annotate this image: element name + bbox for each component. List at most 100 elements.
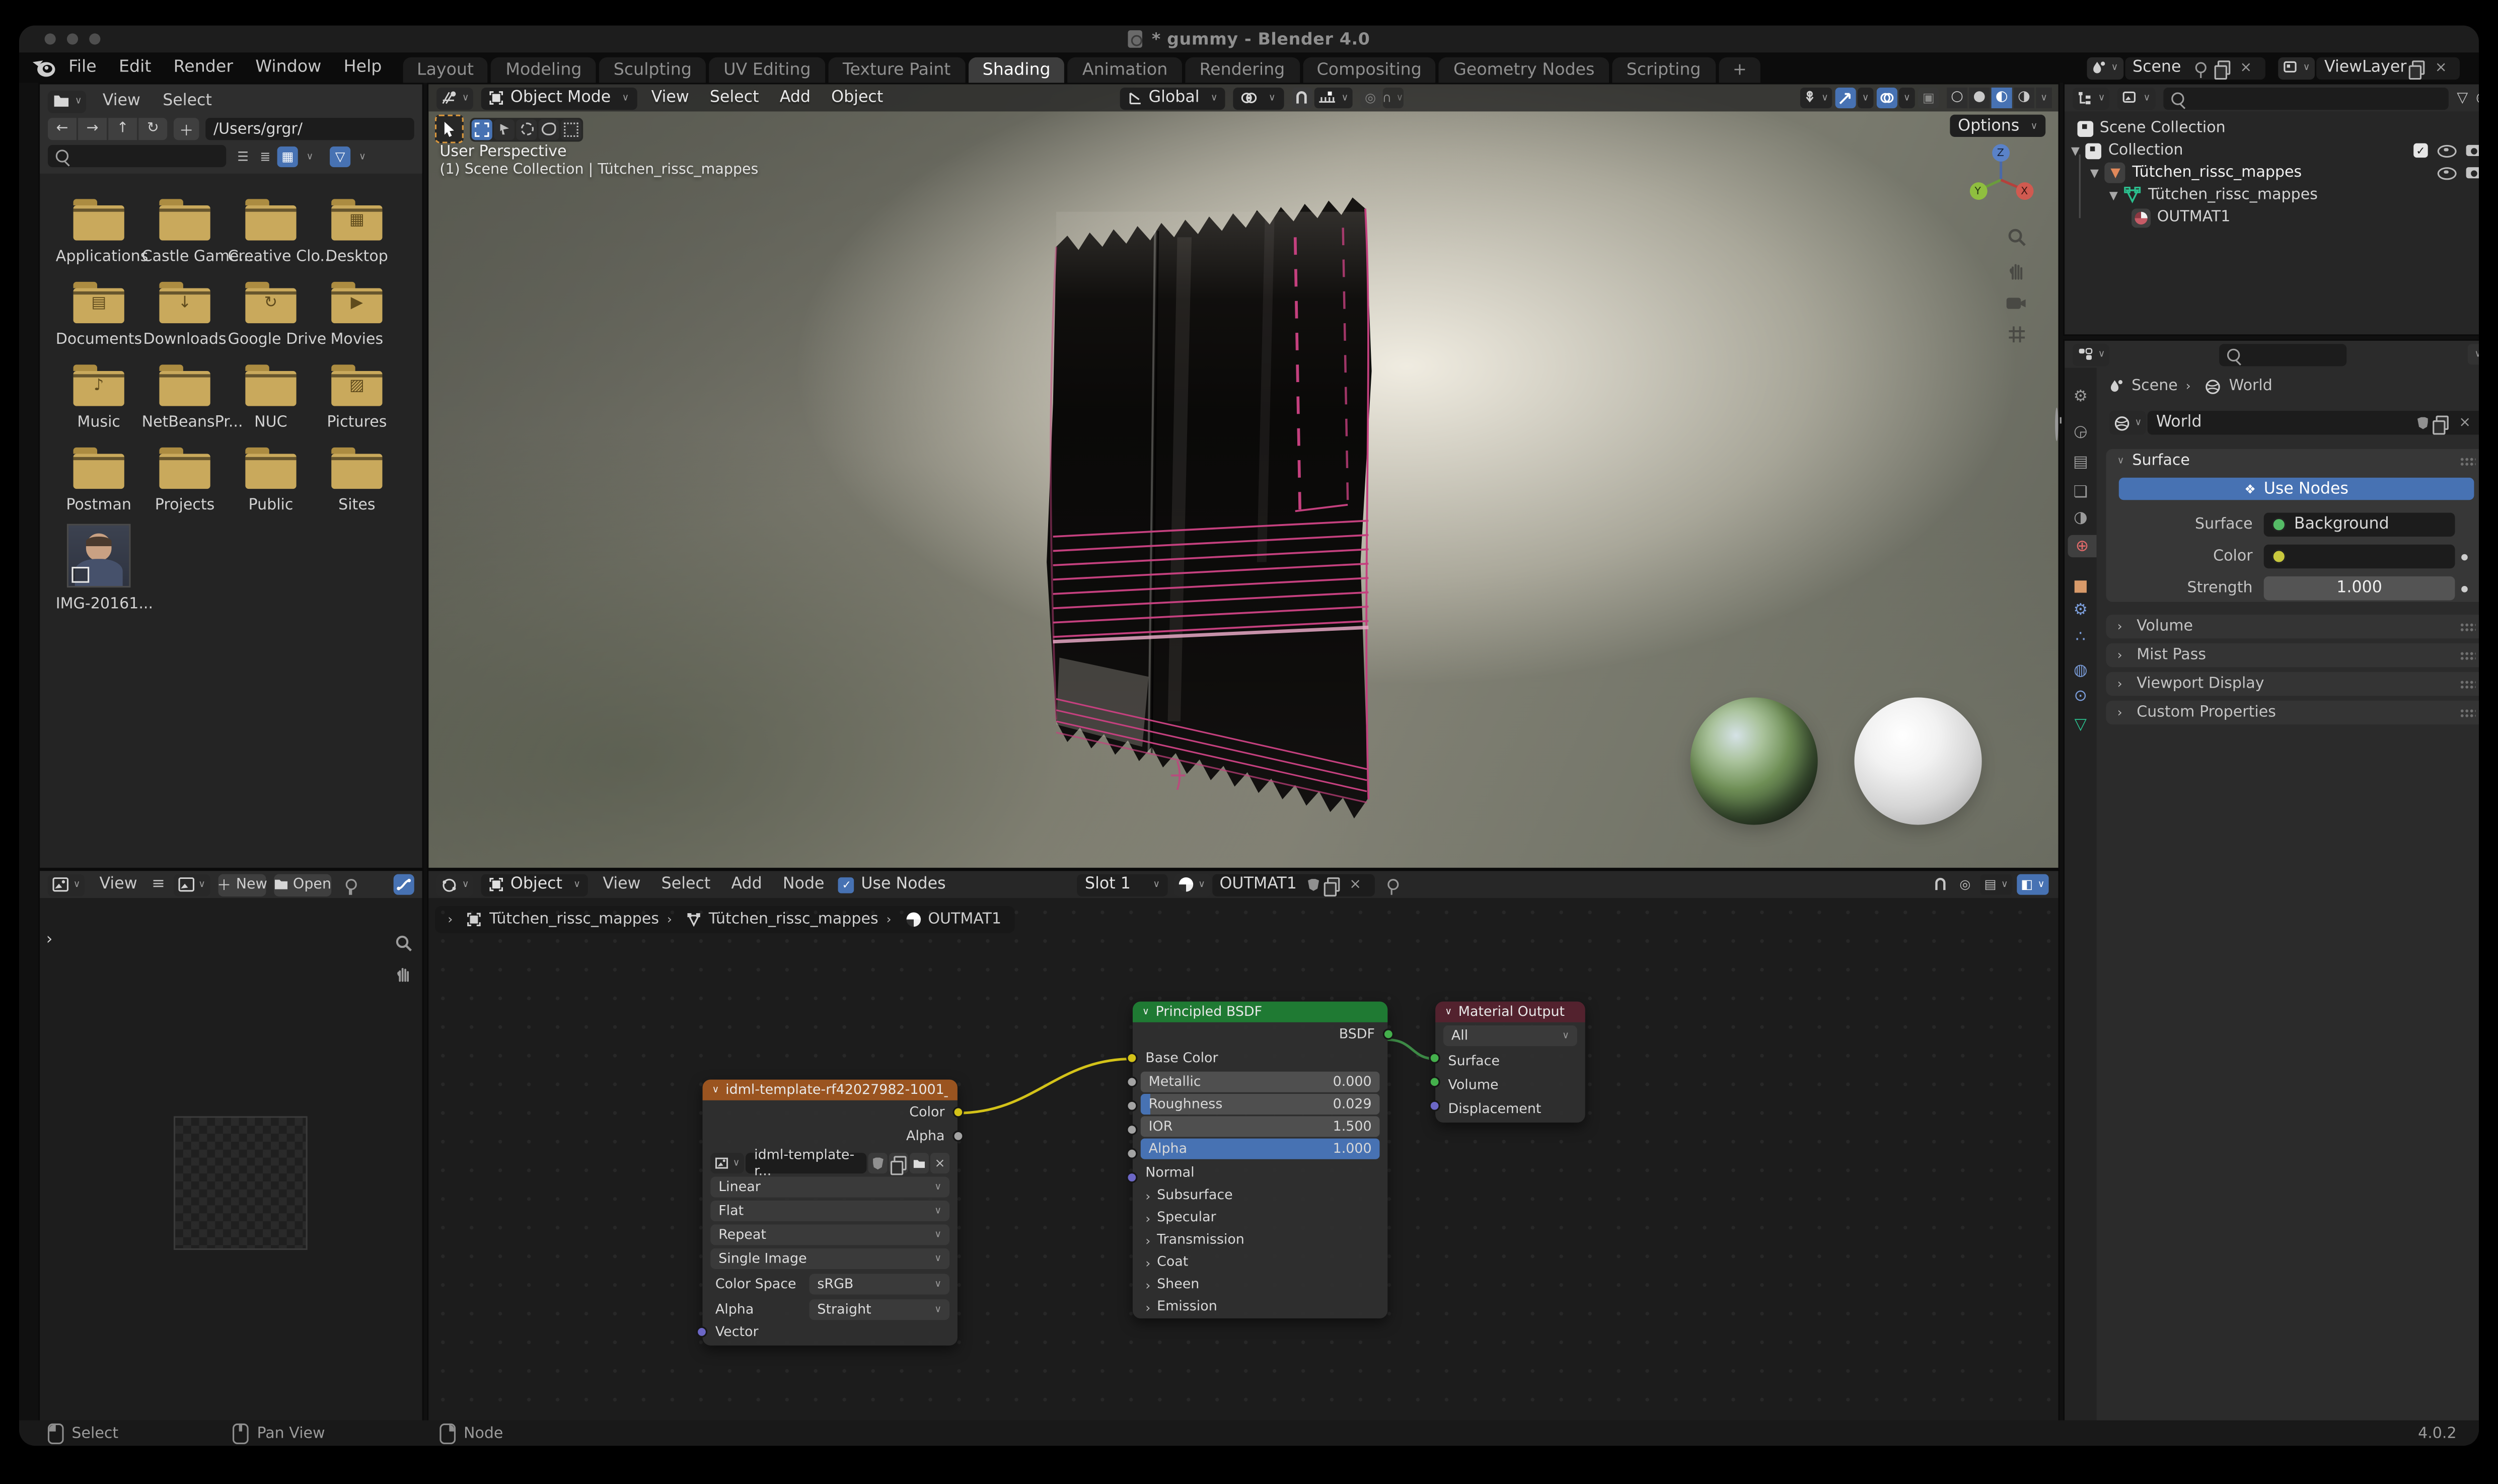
properties-search-input[interactable] <box>2220 343 2347 365</box>
node-header[interactable]: ∨ idml-template-rf42027982-1001__1.p... <box>702 1079 958 1100</box>
new-image-button[interactable]: ＋ New <box>217 873 267 896</box>
outliner-row-mesh-data[interactable]: ▼ Tütchen_rissc_mappes <box>2109 185 2318 205</box>
tab-output-icon[interactable]: ▤ <box>2070 451 2092 473</box>
tab-compositing[interactable]: Compositing <box>1302 57 1436 83</box>
image-preview[interactable] <box>173 1116 308 1250</box>
tab-object-icon[interactable]: ■ <box>2070 575 2092 597</box>
file-item[interactable]: Castle Game... <box>142 199 253 266</box>
hide-eye-icon[interactable] <box>2437 144 2457 157</box>
zoom-icon[interactable] <box>395 935 413 952</box>
pin-icon[interactable] <box>2195 62 2207 78</box>
material-output-node[interactable]: ∨ Material Output All ∨ Surface Volume Di… <box>1429 1001 1585 1123</box>
tab-shading[interactable]: Shading <box>968 57 1065 83</box>
menu-render[interactable]: Render <box>163 52 245 83</box>
proportional-falloff-icon[interactable]: ∩ ∨ <box>1382 87 1403 109</box>
forward-button[interactable]: → <box>78 118 107 140</box>
drag-handle-icon[interactable] <box>2459 679 2476 689</box>
socket-alpha-input[interactable] <box>1126 1148 1138 1159</box>
menu-window[interactable]: Window <box>244 52 332 83</box>
color-space-select[interactable]: sRGB ∨ <box>809 1274 950 1295</box>
select-circle-mode-button[interactable] <box>516 118 537 139</box>
viewport-menu-select[interactable]: Select <box>703 89 765 107</box>
select-mode-extra-button[interactable] <box>560 118 582 139</box>
outliner-row-scene-collection[interactable]: Scene Collection <box>2077 118 2226 138</box>
source-select[interactable]: Single Image ∨ <box>710 1248 950 1269</box>
socket-metallic-input[interactable] <box>1126 1076 1138 1088</box>
roughness-slider[interactable]: Roughness 0.029 <box>1140 1094 1380 1115</box>
tab-physics-icon[interactable]: ◍ <box>2070 659 2092 682</box>
interpolation-select[interactable]: Linear ∨ <box>710 1176 950 1198</box>
tab-uv-editing[interactable]: UV Editing <box>709 57 826 83</box>
tab-tool-icon[interactable]: ⚙ <box>2070 385 2092 407</box>
file-item[interactable]: Postman <box>56 447 142 514</box>
tab-rendering[interactable]: Rendering <box>1185 57 1299 83</box>
show-overlays-icon[interactable] <box>1876 87 1897 108</box>
tab-texture-paint[interactable]: Texture Paint <box>828 57 965 83</box>
section-emission[interactable]: › Emission <box>1133 1296 1387 1318</box>
node-editor-link-icon[interactable] <box>393 874 414 895</box>
viewport-menu-view[interactable]: View <box>645 89 695 107</box>
show-gizmo-icon[interactable] <box>1835 87 1856 108</box>
image-texture-node[interactable]: ∨ idml-template-rf42027982-1001__1.p... … <box>696 1079 964 1346</box>
gizmo-z-axis[interactable]: Z <box>1997 145 2004 158</box>
disable-render-camera-icon[interactable] <box>2466 167 2479 179</box>
menu-file[interactable]: File <box>57 52 108 83</box>
select-lasso-mode-button[interactable] <box>538 118 559 139</box>
tab-animation[interactable]: Animation <box>1068 57 1182 83</box>
metallic-slider[interactable]: Metallic 0.000 <box>1140 1071 1380 1092</box>
window-zoom-button[interactable] <box>89 33 101 45</box>
principled-bsdf-node[interactable]: ∨ Principled BSDF BSDF Base Color Metall… <box>1126 1001 1394 1319</box>
gizmo-settings-chevron[interactable]: ∨ <box>1857 87 1874 108</box>
select-box-mode-button[interactable] <box>471 118 492 139</box>
image-browse-icon[interactable]: ∨ <box>173 873 210 896</box>
socket-bsdf-output[interactable] <box>1382 1028 1394 1040</box>
file-menu-select[interactable]: Select <box>157 92 218 110</box>
pin-icon[interactable] <box>2055 407 2059 441</box>
new-view-layer-icon[interactable] <box>2409 60 2426 80</box>
socket-displacement-input[interactable] <box>1429 1100 1440 1111</box>
pin-icon[interactable] <box>345 879 357 895</box>
pan-hand-icon[interactable] <box>2007 261 2026 280</box>
file-item[interactable]: ▨ Pictures <box>314 364 400 431</box>
drag-handle-icon[interactable] <box>2459 650 2476 660</box>
display-thumbnails-button[interactable]: ▦ <box>277 145 298 167</box>
mist-pass-panel[interactable]: › Mist Pass <box>2106 643 2479 667</box>
drag-handle-icon[interactable] <box>2459 456 2476 466</box>
display-horizontal-list-button[interactable]: ≣ <box>255 145 276 167</box>
socket-surface-input[interactable] <box>1429 1052 1440 1064</box>
display-vertical-list-button[interactable]: ☰ <box>233 145 254 167</box>
outliner-search-input[interactable] <box>2163 87 2449 109</box>
options-button[interactable]: Options ∨ <box>1950 114 2046 137</box>
file-item[interactable]: Sites <box>314 447 400 514</box>
proportional-editing-icon[interactable]: ◎ <box>1360 87 1381 109</box>
up-button[interactable]: ↑ <box>108 118 137 140</box>
copy-icon[interactable] <box>889 1153 908 1175</box>
image-menu-view[interactable]: View <box>93 876 143 894</box>
open-image-button[interactable]: Open <box>274 873 332 896</box>
region-toggle-arrow[interactable]: › <box>46 931 53 949</box>
tab-view-layer-icon[interactable]: ❏ <box>2070 481 2092 503</box>
editor-type-file-browser-icon[interactable]: ∨ <box>47 90 87 112</box>
tab-world-icon[interactable]: ⊕ <box>2068 535 2097 558</box>
tab-object-data-icon[interactable]: ▽ <box>2070 713 2092 735</box>
ior-slider[interactable]: IOR 1.500 <box>1140 1116 1380 1137</box>
view-layer-name[interactable]: ViewLayer <box>2324 59 2406 77</box>
use-nodes-button[interactable]: ❖ Use Nodes <box>2118 477 2474 500</box>
image-name-field[interactable]: idml-template-r... <box>746 1147 867 1179</box>
properties-options-chevron[interactable]: ∨ <box>2467 344 2479 365</box>
tab-constraints-icon[interactable]: ⊙ <box>2070 685 2092 707</box>
snap-magnet-icon[interactable] <box>1291 87 1312 109</box>
back-button[interactable]: ← <box>47 118 77 140</box>
world-icon[interactable]: ∨ <box>2109 411 2147 435</box>
mode-selector[interactable]: Object Mode ∨ <box>481 87 637 109</box>
breadcrumb-scene[interactable]: Scene <box>2132 378 2178 395</box>
tab-sculpting[interactable]: Sculpting <box>599 57 706 83</box>
view-layer-selector[interactable]: ∨ ViewLayer × <box>2277 56 2460 80</box>
viewport-3d[interactable]: ∨ Object Mode ∨ View Select Add Object Gl… <box>427 83 2060 870</box>
output-target-select[interactable]: All ∨ <box>1443 1025 1577 1047</box>
drag-handle-icon[interactable] <box>2459 622 2476 632</box>
file-item[interactable]: NetBeansPr... <box>142 364 243 431</box>
alpha-slider[interactable]: Alpha 1.000 <box>1140 1138 1380 1159</box>
object-visibility-icon[interactable]: ∨ <box>1800 87 1832 108</box>
socket-roughness-input[interactable] <box>1126 1100 1138 1111</box>
